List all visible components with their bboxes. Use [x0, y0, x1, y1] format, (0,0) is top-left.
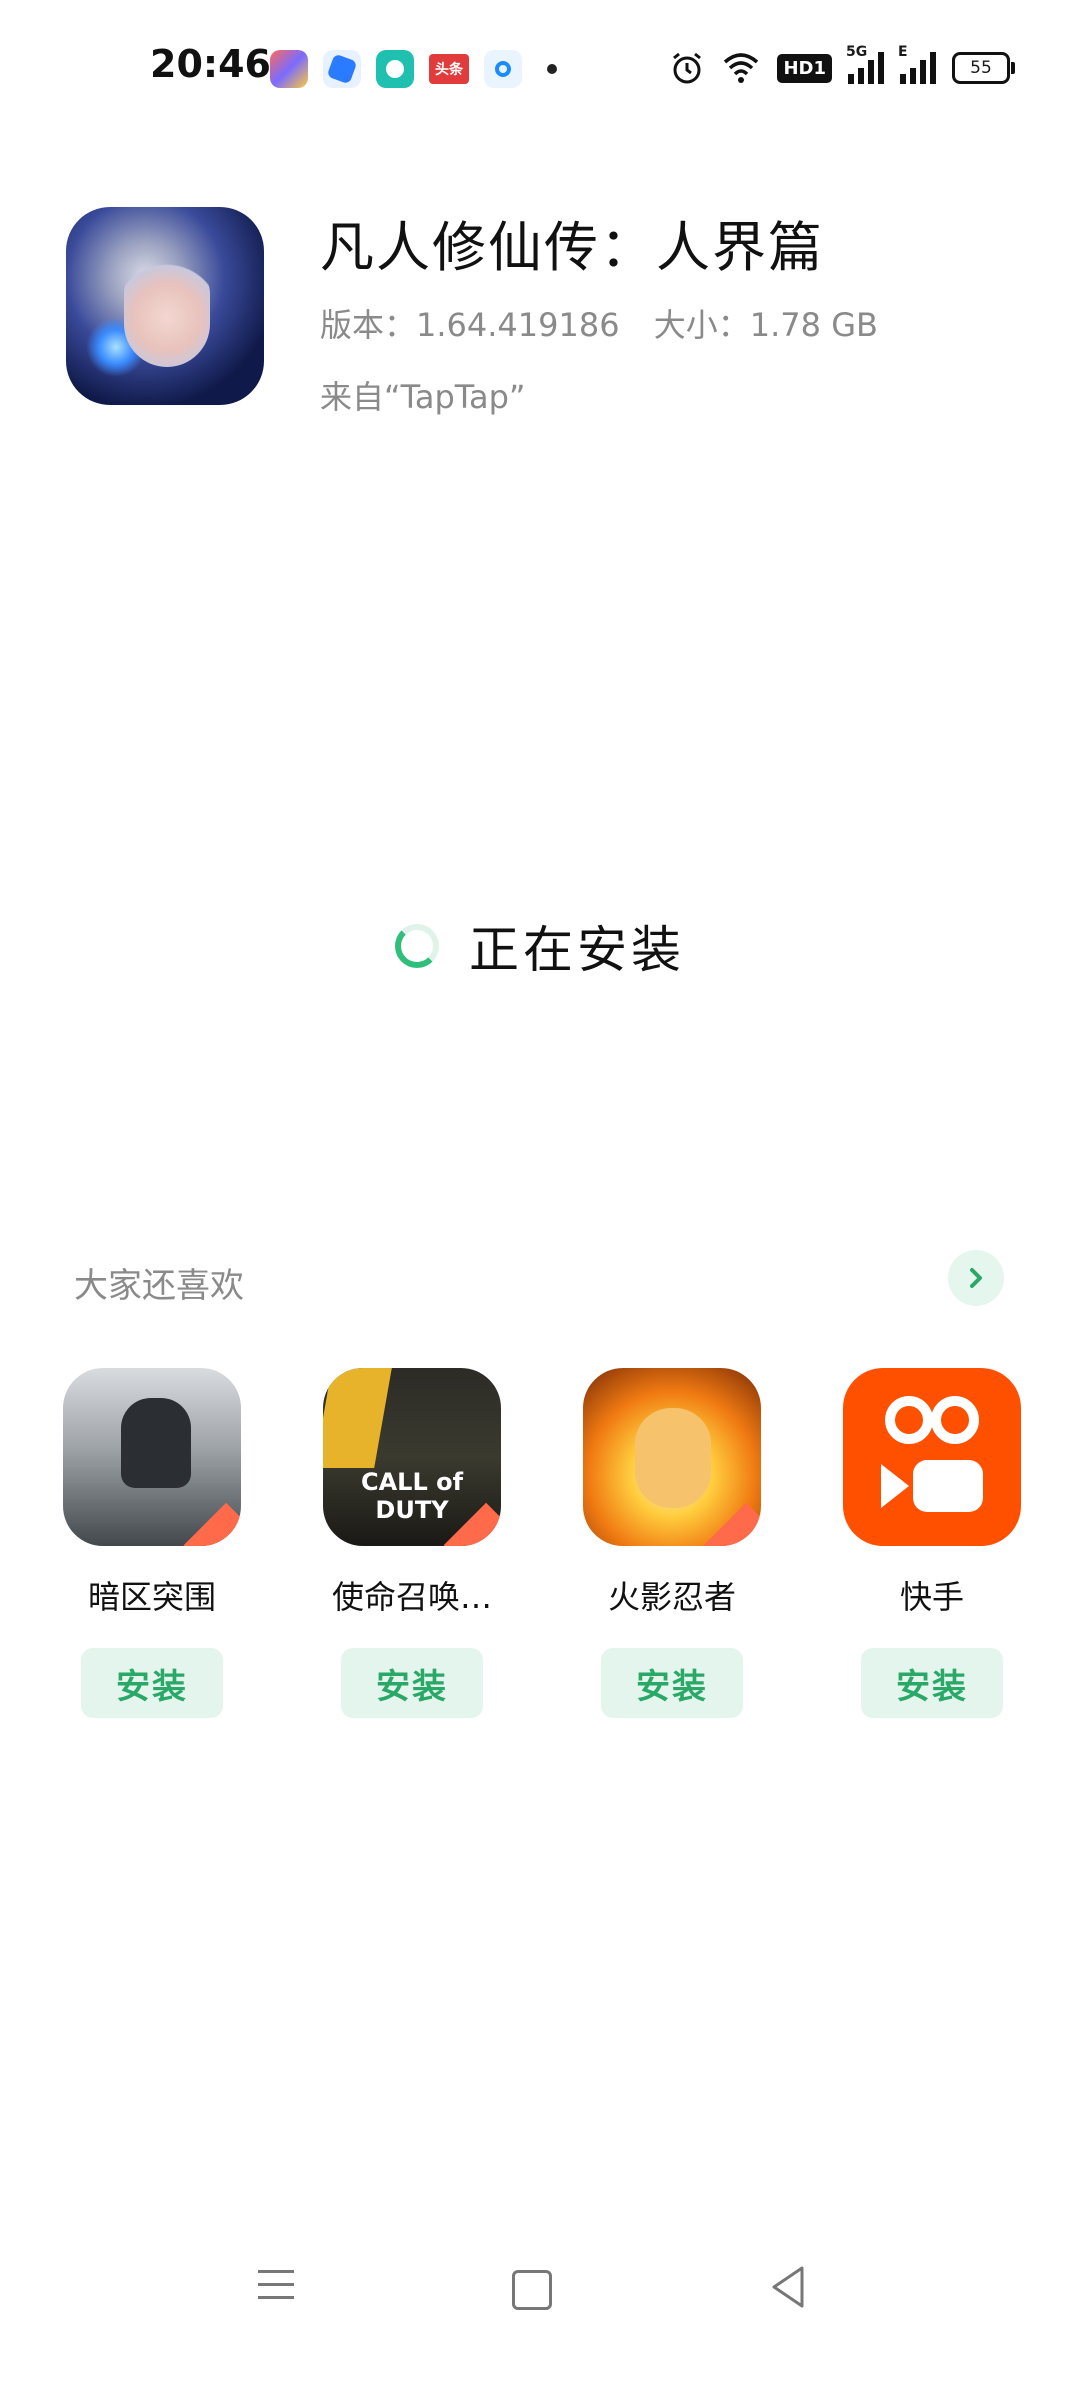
naruto-app-icon[interactable] — [583, 1368, 761, 1546]
app-meta: 版本：1.64.419186 大小：1.78 GB — [320, 300, 902, 346]
search-app-icon — [484, 50, 522, 88]
toutiao-icon: 头条 — [429, 54, 469, 84]
recommend-item-name: 使命召唤… — [331, 1578, 492, 1616]
app-size: 大小：1.78 GB — [653, 306, 878, 344]
install-progress: 正在安装 — [0, 910, 1080, 982]
arena-breakout-app-icon[interactable] — [63, 1368, 241, 1546]
back-icon[interactable] — [768, 2264, 808, 2310]
recommend-item[interactable]: 快手 安装 — [842, 1368, 1022, 1718]
loading-spinner-icon — [395, 924, 439, 968]
alarm-icon — [673, 52, 702, 84]
install-button[interactable]: 安装 — [861, 1648, 1003, 1718]
recommend-header: 大家还喜欢 — [74, 1250, 1004, 1310]
recommend-item-name: 暗区突围 — [87, 1578, 216, 1616]
notification-icons: 头条 — [270, 50, 557, 88]
call-of-duty-app-icon[interactable]: CALL of DUTY — [323, 1368, 501, 1546]
recommend-item-name: 快手 — [899, 1578, 964, 1616]
wifi-icon — [724, 53, 759, 83]
app-title: 凡人修仙传：人界篇 — [320, 216, 824, 279]
hd-call-badge: HD1 — [777, 53, 832, 83]
status-bar: 20:46 头条 HD1 5G E 55 — [0, 0, 1080, 140]
install-page: 20:46 头条 HD1 5G E 55 凡人修仙传：人界篇 版本：1.64.4… — [0, 0, 1080, 2400]
home-icon[interactable] — [512, 2270, 552, 2310]
battery-icon: 55 — [952, 52, 1015, 84]
kuaishou-app-icon[interactable] — [843, 1368, 1021, 1546]
recommend-item[interactable]: 暗区突围 安装 — [62, 1368, 242, 1718]
install-button[interactable]: 安装 — [81, 1648, 223, 1718]
recent-apps-icon[interactable] — [258, 2270, 294, 2309]
more-notifications-dot — [547, 64, 557, 74]
install-button[interactable]: 安装 — [341, 1648, 483, 1718]
app-source: 来自“TapTap” — [320, 378, 526, 416]
install-status-text: 正在安装 — [469, 921, 685, 979]
recommend-more-button[interactable] — [948, 1250, 1004, 1306]
recommend-item[interactable]: 火影忍者 安装 — [582, 1368, 762, 1718]
recommend-item[interactable]: CALL of DUTY 使命召唤… 安装 — [322, 1368, 502, 1718]
signal-5g-icon: 5G — [846, 44, 884, 84]
message-app-icon — [376, 50, 414, 88]
signal-e-icon: E — [898, 44, 936, 84]
app-info: 凡人修仙传：人界篇 版本：1.64.419186 大小：1.78 GB 来自“T… — [320, 207, 902, 418]
recommend-title: 大家还喜欢 — [74, 1266, 244, 1306]
install-button[interactable]: 安装 — [601, 1648, 743, 1718]
app-header: 凡人修仙传：人界篇 版本：1.64.419186 大小：1.78 GB 来自“T… — [66, 207, 902, 418]
app-version: 版本：1.64.419186 — [320, 306, 620, 344]
recommend-list: 暗区突围 安装 CALL of DUTY 使命召唤… 安装 火影忍者 安装 快手… — [62, 1368, 1022, 1718]
system-status-icons: HD1 5G E 55 — [669, 44, 1015, 86]
shortcut-app-icon — [270, 50, 308, 88]
cod-logo-text: CALL of DUTY — [360, 1468, 464, 1524]
chevron-right-icon — [970, 1268, 982, 1288]
recommend-item-name: 火影忍者 — [607, 1578, 736, 1616]
app-icon — [66, 207, 264, 405]
status-time: 20:46 — [150, 42, 271, 86]
blue-app-icon — [323, 50, 361, 88]
navigation-bar — [0, 2240, 1080, 2340]
